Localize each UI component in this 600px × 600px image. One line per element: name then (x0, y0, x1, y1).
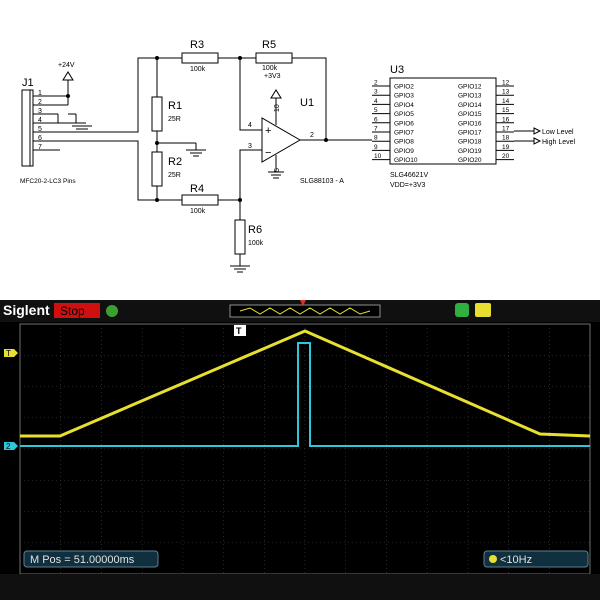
j1-pin-label: 2 (38, 99, 42, 106)
r3-ref-label: R3 (190, 39, 204, 51)
u3-right-pin-name: GPIO13 (458, 93, 482, 100)
u3-right-pin-name: GPIO14 (458, 102, 482, 109)
r4-value-label: 100k (190, 208, 206, 215)
r3-resistor (181, 52, 219, 64)
u3-left-pin-name: GPIO10 (394, 157, 418, 164)
u3-right-pin-name: GPIO16 (458, 120, 482, 127)
j1-pin-label: 1 (38, 90, 42, 97)
j1-connector-body (21, 89, 31, 167)
u3-left-pin-number: 4 (374, 98, 378, 105)
scope-usb-icon (475, 303, 491, 317)
scope-brand: Siglent (3, 302, 50, 318)
u3-right-pin-name: GPIO19 (458, 148, 482, 155)
u3-right-pin-number: 20 (502, 153, 510, 160)
output-high-label: High Level (542, 139, 576, 146)
opamp-pin-gnd: 5 (274, 168, 281, 172)
u3-right-pin-name: GPIO12 (458, 84, 482, 91)
r3-value-label: 100k (190, 66, 206, 73)
scope-freq-icon (489, 555, 497, 563)
u3-right-pin-number: 17 (502, 126, 510, 133)
u3-ref-label: U3 (390, 64, 404, 76)
scope-freq-text: <10Hz (500, 554, 532, 566)
u3-left-pin-number: 7 (374, 126, 378, 133)
scope-mpos-text: M Pos = 51.00000ms (30, 554, 135, 566)
r1-ref-label: R1 (168, 100, 182, 112)
scope-ch1-marker: T (6, 349, 11, 358)
r4-resistor (181, 194, 219, 206)
j1-pin-label: 6 (38, 135, 42, 142)
u3-left-pin-name: GPIO9 (394, 148, 414, 155)
r5-resistor (255, 52, 293, 64)
u3-right-pin-name: GPIO20 (458, 157, 482, 164)
u3-left-pin-name: GPIO7 (394, 130, 414, 137)
j1-pin-label: 7 (38, 144, 42, 151)
u3-right-pin-number: 13 (502, 89, 510, 96)
u3-left-pin-name: GPIO2 (394, 84, 414, 91)
u3-vdd-label: VDD=+3V3 (390, 182, 426, 189)
output-high-arrow-icon (533, 137, 542, 145)
opamp-plus-sign: + (265, 125, 271, 137)
u3-right-pin-number: 12 (502, 80, 510, 87)
opamp-ref-label: U1 (300, 97, 314, 109)
schematic-diagram: 1234567 J1 MFC20-2-LC3 Pins +24V R1 25R … (0, 0, 600, 300)
j1-pin-label: 3 (38, 108, 42, 115)
r2-value-label: 25R (168, 172, 181, 179)
j1-pin-label: 5 (38, 126, 42, 133)
opamp-supply-label: +3V3 (264, 73, 281, 80)
j1-pin-label: 4 (38, 117, 42, 124)
u3-left-pin-name: GPIO6 (394, 120, 414, 127)
j1-ref-label: J1 (22, 77, 34, 89)
u3-left-pin-number: 6 (374, 116, 378, 123)
j1-caption: MFC20-2-LC3 Pins (20, 178, 76, 185)
u3-right-pin-name: GPIO18 (458, 139, 482, 146)
u3-right-pin-name: GPIO17 (458, 130, 482, 137)
r6-ref-label: R6 (248, 224, 262, 236)
r1-value-label: 25R (168, 116, 181, 123)
output-low-arrow-icon (533, 127, 542, 135)
output-low-label: Low Level (542, 129, 574, 136)
r6-value-label: 100k (248, 240, 264, 247)
r1-resistor (151, 96, 163, 132)
r5-value-label: 100k (262, 65, 278, 72)
j1-connector-frame (29, 89, 34, 167)
u3-part-label: SLG46621V (390, 172, 428, 179)
u3-left-pin-number: 8 (374, 135, 378, 142)
r6-resistor (234, 219, 246, 255)
r2-ref-label: R2 (168, 156, 182, 168)
opamp-pin-out: 2 (310, 132, 314, 139)
r4-ref-label: R4 (190, 183, 204, 195)
opamp-pin-minus: 3 (248, 143, 252, 150)
r5-ref-label: R5 (262, 39, 276, 51)
u3-left-pin-number: 5 (374, 107, 378, 114)
u3-left-pin-name: GPIO5 (394, 111, 414, 118)
scope-trigger-marker: T (236, 326, 242, 336)
supply-3v3-arrow-icon (270, 89, 282, 99)
oscilloscope-screen: Siglent Stop T T 2 M Pos = 51.00000ms <1… (0, 300, 600, 600)
u3-left-pin-name: GPIO4 (394, 102, 414, 109)
opamp-minus-sign: − (265, 147, 271, 159)
scope-run-icon (106, 305, 118, 317)
r2-resistor (151, 151, 163, 187)
u3-right-pin-name: GPIO15 (458, 111, 482, 118)
u3-left-pin-number: 3 (374, 89, 378, 96)
scope-save-icon (455, 303, 469, 317)
u3-left-pin-name: GPIO3 (394, 93, 414, 100)
supply-24v-label: +24V (58, 62, 75, 69)
u3-right-pin-number: 14 (502, 98, 510, 105)
u3-right-pin-number: 18 (502, 135, 510, 142)
u3-left-pin-name: GPIO8 (394, 139, 414, 146)
u3-right-pin-number: 19 (502, 144, 510, 151)
scope-ch2-marker: 2 (6, 442, 11, 451)
scope-status-text: Stop (60, 304, 85, 318)
u3-right-pin-number: 15 (502, 107, 510, 114)
u3-left-pin-number: 10 (374, 153, 382, 160)
supply-24v-arrow-icon (62, 71, 74, 81)
u3-left-pin-number: 9 (374, 144, 378, 151)
u3-right-pin-number: 16 (502, 116, 510, 123)
opamp-pin-vdd: 10 (274, 104, 281, 112)
opamp-part-label: SLG88103 - A (300, 178, 344, 185)
u3-left-pin-number: 2 (374, 80, 378, 87)
opamp-pin-plus: 4 (248, 122, 252, 129)
